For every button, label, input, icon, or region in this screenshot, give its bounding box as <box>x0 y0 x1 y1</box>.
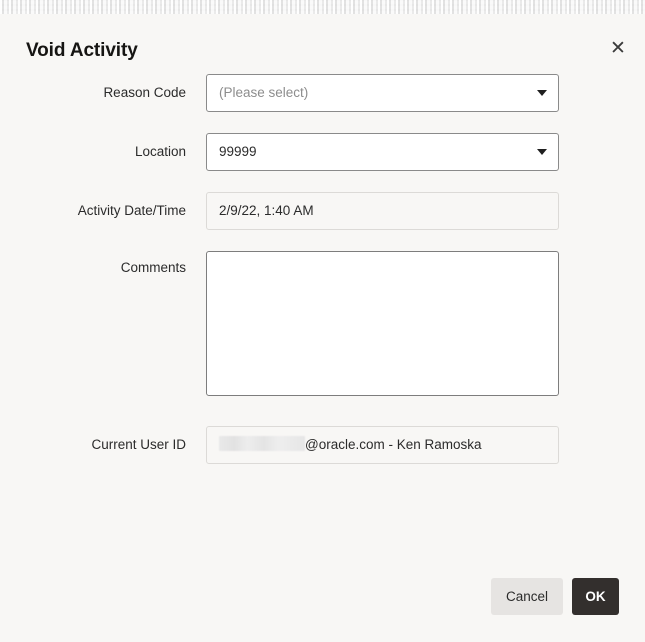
form-row-activity-datetime: Activity Date/Time 2/9/22, 1:40 AM <box>0 192 645 230</box>
redacted-email-prefix <box>219 436 305 451</box>
reason-code-label: Reason Code <box>103 85 186 100</box>
reason-code-field-wrap: (Please select) <box>206 74 559 112</box>
location-label: Location <box>134 144 186 159</box>
location-select[interactable]: 99999 <box>206 133 559 171</box>
form-row-comments: Comments <box>0 251 645 399</box>
form-row-location: Location 99999 <box>0 133 645 171</box>
current-user-id-text: @oracle.com - Ken Ramoska <box>305 437 482 452</box>
location-field-wrap: 99999 <box>206 133 559 171</box>
comments-field-wrap <box>206 251 559 399</box>
page-background-texture <box>0 0 645 14</box>
comments-label: Comments <box>120 260 186 275</box>
chevron-down-icon <box>537 90 547 96</box>
form-row-current-user-id: Current User ID @oracle.com - Ken Ramosk… <box>0 426 645 464</box>
current-user-id-field-wrap: @oracle.com - Ken Ramoska <box>206 426 559 464</box>
void-activity-form: Reason Code (Please select) Location 999… <box>0 74 645 485</box>
activity-datetime-field-wrap: 2/9/22, 1:40 AM <box>206 192 559 230</box>
current-user-id-value: @oracle.com - Ken Ramoska <box>206 426 559 464</box>
activity-datetime-value: 2/9/22, 1:40 AM <box>206 192 559 230</box>
cancel-button[interactable]: Cancel <box>490 578 563 615</box>
void-activity-dialog: Void Activity ✕ Reason Code (Please sele… <box>0 14 645 642</box>
reason-code-select[interactable]: (Please select) <box>206 74 559 112</box>
location-value: 99999 <box>219 144 257 159</box>
activity-datetime-label: Activity Date/Time <box>77 203 186 218</box>
dialog-title: Void Activity <box>26 40 138 61</box>
current-user-id-label: Current User ID <box>91 437 186 452</box>
chevron-down-icon <box>537 149 547 155</box>
close-icon[interactable]: ✕ <box>605 35 631 61</box>
comments-textarea[interactable] <box>206 251 559 396</box>
dialog-footer: Cancel OK <box>490 578 619 615</box>
reason-code-placeholder: (Please select) <box>219 85 309 100</box>
form-row-reason-code: Reason Code (Please select) <box>0 74 645 112</box>
ok-button[interactable]: OK <box>572 578 619 615</box>
